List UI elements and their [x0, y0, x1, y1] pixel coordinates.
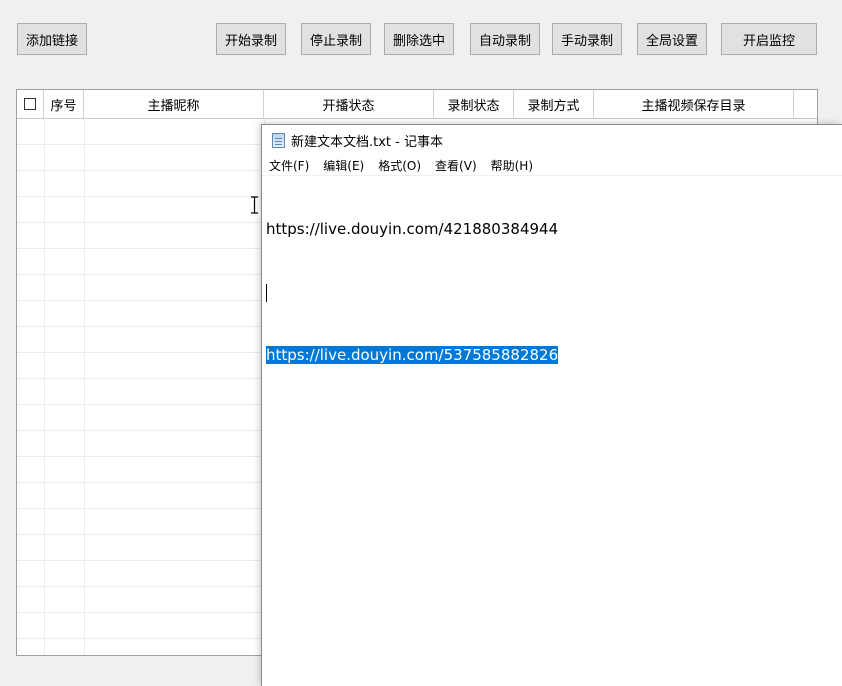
column-header-record-status[interactable]: 录制状态 — [434, 90, 514, 118]
text-line-3-selected: https://live.douyin.com/537585882826 — [266, 346, 559, 364]
column-header-filler — [794, 90, 817, 118]
menu-format[interactable]: 格式(O) — [371, 157, 428, 174]
start-record-button[interactable]: 开始录制 — [216, 23, 286, 55]
column-header-record-mode[interactable]: 录制方式 — [514, 90, 594, 118]
notepad-text-area[interactable]: https://live.douyin.com/421880384944 htt… — [266, 177, 842, 408]
menu-file[interactable]: 文件(F) — [262, 157, 316, 174]
add-link-button[interactable]: 添加链接 — [17, 23, 87, 55]
notepad-window[interactable]: 新建文本文档.txt - 记事本 文件(F) 编辑(E) 格式(O) 查看(V)… — [261, 124, 842, 686]
select-all-cell[interactable] — [17, 90, 44, 118]
text-line-1: https://live.douyin.com/421880384944 — [266, 220, 559, 238]
notepad-title: 新建文本文档.txt - 记事本 — [291, 134, 443, 150]
menu-view[interactable]: 查看(V) — [428, 157, 484, 174]
manual-record-button[interactable]: 手动录制 — [552, 23, 622, 55]
column-header-index[interactable]: 序号 — [44, 90, 84, 118]
column-header-live-status[interactable]: 开播状态 — [264, 90, 434, 118]
notepad-title-bar[interactable]: 新建文本文档.txt - 记事本 — [262, 125, 842, 155]
column-header-save-dir[interactable]: 主播视频保存目录 — [594, 90, 794, 118]
text-caret — [266, 283, 267, 302]
menu-edit[interactable]: 编辑(E) — [316, 157, 371, 174]
notepad-menu-bar: 文件(F) 编辑(E) 格式(O) 查看(V) 帮助(H) — [262, 155, 842, 176]
stop-record-button[interactable]: 停止录制 — [301, 23, 371, 55]
table-header: 序号 主播昵称 开播状态 录制状态 录制方式 主播视频保存目录 — [17, 90, 817, 119]
text-cursor-icon — [251, 196, 258, 214]
auto-record-button[interactable]: 自动录制 — [470, 23, 540, 55]
start-monitor-button[interactable]: 开启监控 — [721, 23, 817, 55]
grid-column-line — [44, 118, 45, 655]
delete-selected-button[interactable]: 删除选中 — [384, 23, 454, 55]
global-settings-button[interactable]: 全局设置 — [637, 23, 707, 55]
column-header-nickname[interactable]: 主播昵称 — [84, 90, 264, 118]
select-all-checkbox[interactable] — [24, 98, 36, 110]
notepad-icon — [272, 132, 285, 148]
grid-column-line — [84, 118, 85, 655]
menu-help[interactable]: 帮助(H) — [484, 157, 540, 174]
